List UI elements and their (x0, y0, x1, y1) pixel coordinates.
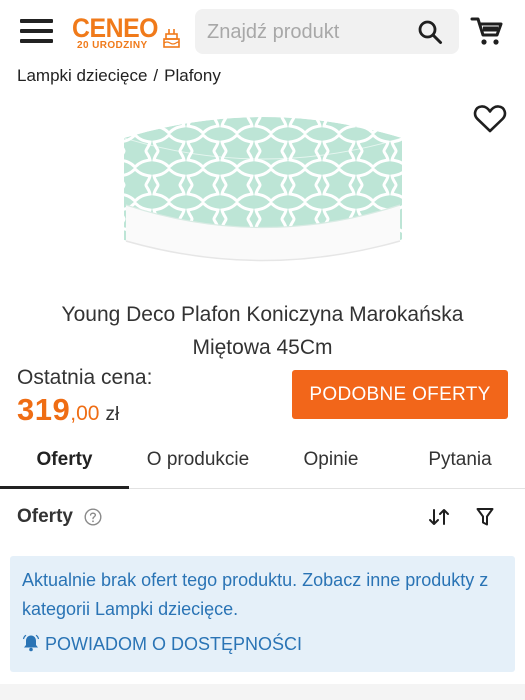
top-header: CENEO 20 URODZINY Znajdź produkt (0, 0, 525, 62)
tab-oferty[interactable]: Oferty (0, 437, 129, 489)
search-input[interactable]: Znajdź produkt (207, 21, 339, 44)
product-title: Young Deco Plafon Koniczyna Marokańska M… (61, 303, 464, 359)
menu-icon[interactable] (20, 16, 54, 44)
heart-icon[interactable] (473, 104, 507, 134)
tab-opinie[interactable]: Opinie (280, 437, 382, 489)
cake-icon (163, 29, 180, 48)
product-tabs: Oferty O produkcie Opinie Pytania (0, 437, 525, 489)
price: 319,00 zł (17, 392, 119, 428)
help-icon[interactable] (84, 508, 102, 526)
bell-icon (22, 634, 40, 652)
offers-header: Oferty (0, 490, 525, 542)
no-offers-notice: Aktualnie brak ofert tego produktu. Zoba… (10, 556, 515, 672)
price-integer: 319 (17, 392, 71, 427)
product-image[interactable] (118, 100, 408, 290)
notify-label: POWIADOM O DOSTĘPNOŚCI (45, 634, 303, 654)
notice-text: Aktualnie brak ofert tego produktu. Zoba… (22, 570, 489, 619)
breadcrumb-separator: / (153, 66, 159, 85)
search-icon[interactable] (417, 19, 443, 45)
breadcrumb-plafony[interactable]: Plafony (164, 66, 221, 85)
sort-icon[interactable] (427, 507, 451, 527)
tab-pytania[interactable]: Pytania (405, 437, 515, 489)
breadcrumb: Lampki dziecięce / Plafony (17, 66, 221, 86)
bottom-divider (0, 684, 525, 700)
similar-offers-button[interactable]: PODOBNE OFERTY (292, 370, 508, 419)
filter-icon[interactable] (476, 507, 494, 527)
search-box[interactable]: Znajdź produkt (195, 9, 459, 54)
price-currency: zł (105, 404, 120, 425)
tab-o-produkcie[interactable]: O produkcie (130, 437, 266, 489)
price-decimal: ,00 (70, 402, 100, 425)
notify-availability-link[interactable]: POWIADOM O DOSTĘPNOŚCI (22, 634, 302, 655)
last-price-label: Ostatnia cena: (17, 366, 153, 389)
ceneo-logo[interactable]: CENEO 20 URODZINY (72, 13, 184, 55)
breadcrumb-lampki-dzieciece[interactable]: Lampki dziecięce (17, 66, 147, 85)
cart-icon[interactable] (470, 15, 503, 47)
offers-title: Oferty (17, 506, 73, 527)
logo-subtext: 20 URODZINY (77, 40, 148, 51)
